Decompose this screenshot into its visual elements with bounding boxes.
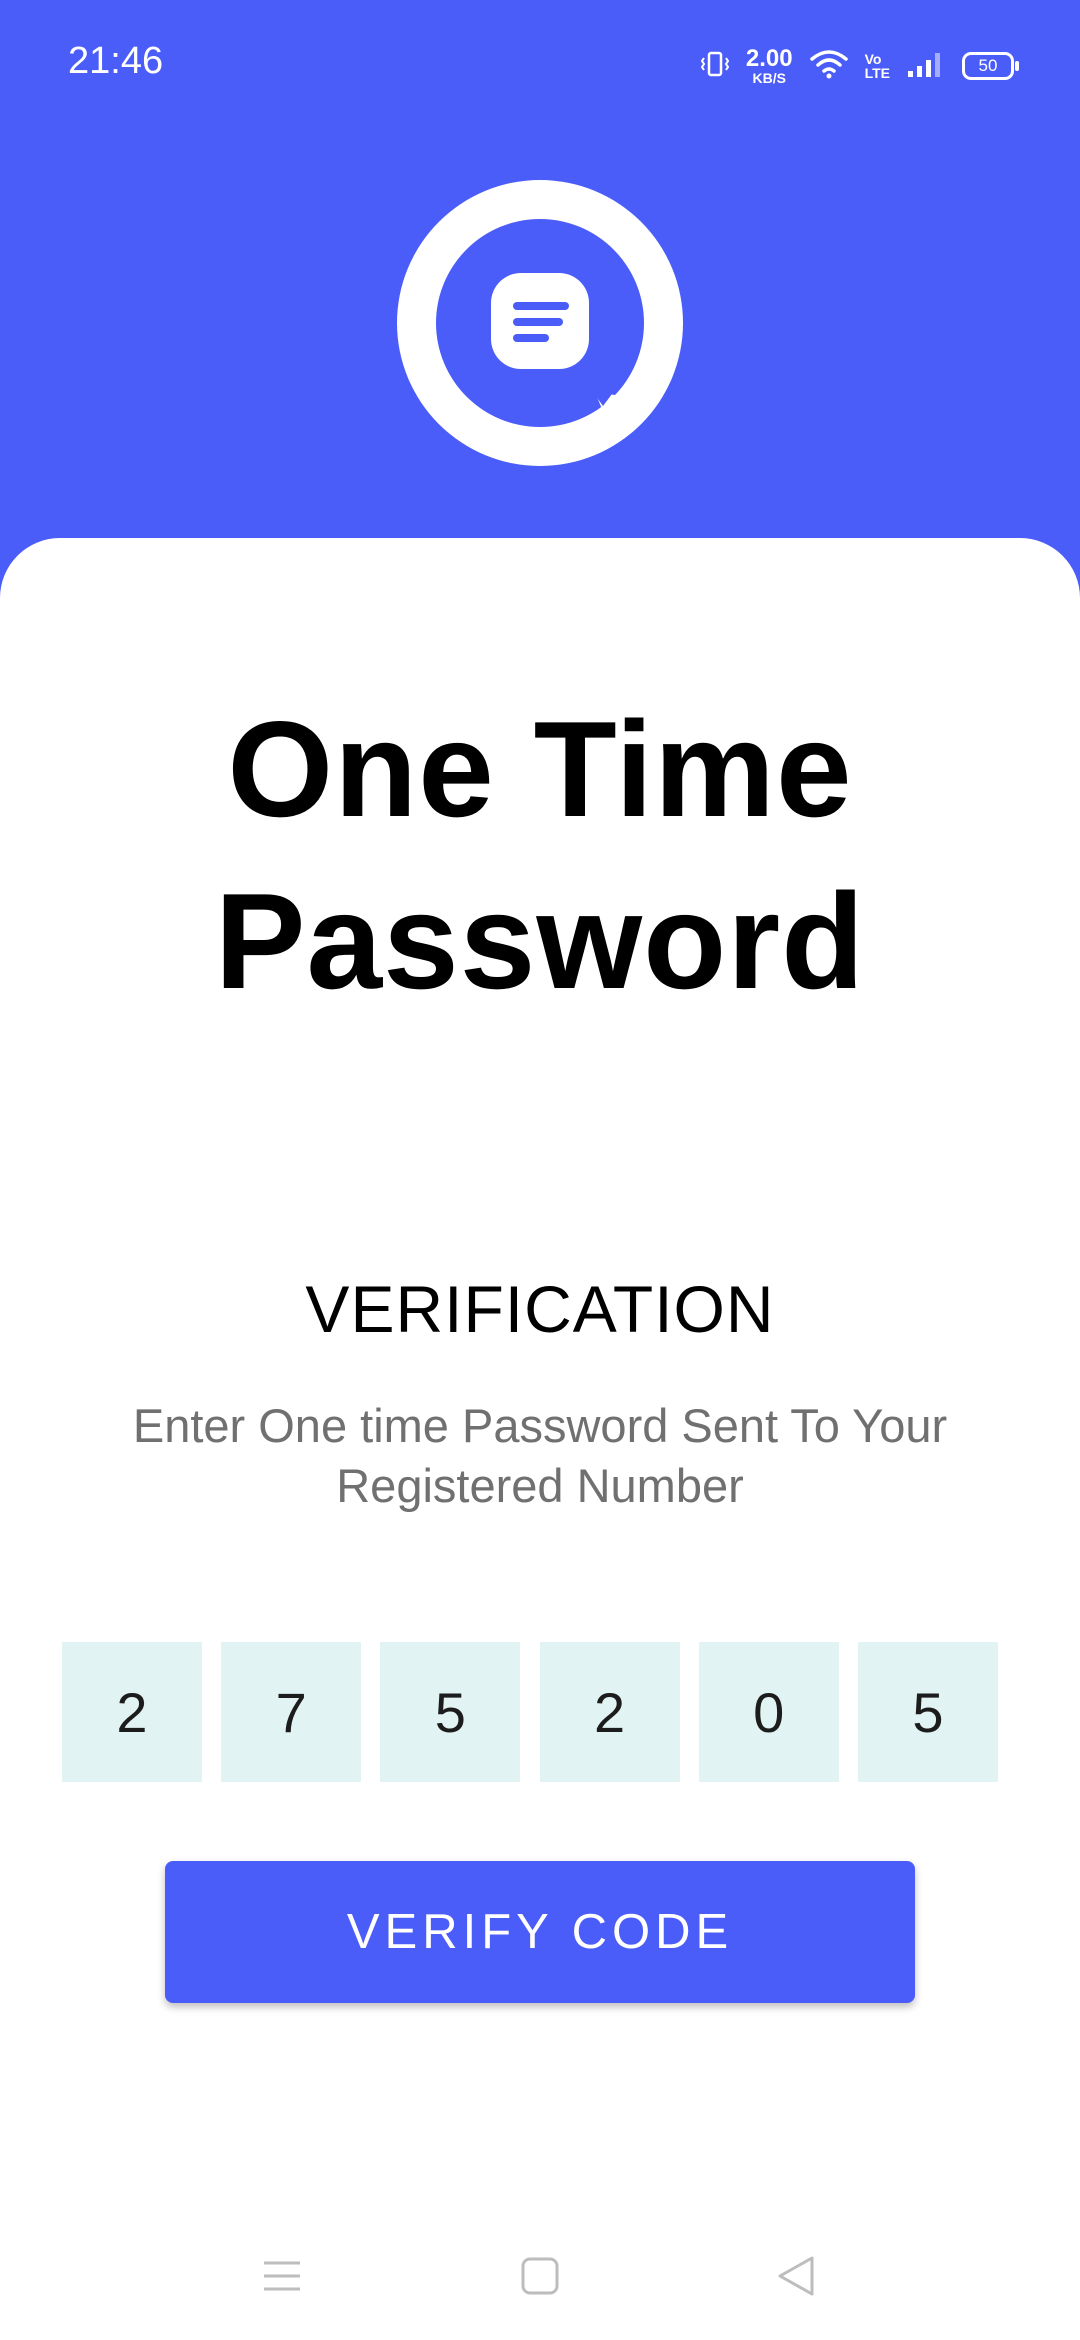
volte-indicator: Vo LTE — [865, 52, 890, 80]
app-logo — [395, 178, 685, 468]
home-icon[interactable] — [518, 2254, 562, 2298]
otp-input-group: 2 7 5 2 0 5 — [62, 1642, 998, 1782]
instructions-text: Enter One time Password Sent To Your Reg… — [132, 1399, 948, 1512]
status-bar: 21:46 2.00 KB/S Vo LTE 50 — [0, 0, 1080, 130]
chat-bubble-message-icon — [397, 180, 683, 466]
back-icon[interactable] — [774, 2254, 818, 2298]
status-icons: 2.00 KB/S Vo LTE 50 — [700, 44, 1019, 88]
menu-icon[interactable] — [260, 2254, 304, 2298]
otp-digit-3[interactable]: 5 — [380, 1642, 521, 1782]
status-time: 21:46 — [68, 40, 164, 82]
net-speed-value: 2.00 — [745, 45, 793, 72]
signal-icon — [906, 49, 946, 84]
volte-top: Vo — [864, 51, 882, 67]
verify-code-button[interactable]: VERIFY CODE — [165, 1861, 915, 2003]
volte-bottom: LTE — [864, 65, 890, 81]
vibrate-icon — [700, 49, 730, 84]
network-speed: 2.00 KB/S — [745, 45, 793, 86]
otp-digit-4[interactable]: 2 — [539, 1642, 680, 1782]
system-nav-bar — [0, 2220, 1080, 2340]
wifi-icon — [809, 49, 849, 84]
otp-digit-5[interactable]: 0 — [698, 1642, 839, 1782]
content-card: One Time Password VERIFICATION Enter One… — [0, 538, 1080, 2340]
net-speed-unit: KB/S — [752, 70, 786, 86]
otp-digit-1[interactable]: 2 — [62, 1642, 202, 1782]
otp-digit-6[interactable]: 5 — [857, 1642, 998, 1782]
otp-digit-2[interactable]: 7 — [221, 1642, 362, 1782]
battery-icon: 50 — [962, 52, 1019, 80]
page-title: One Time Password — [214, 693, 866, 1017]
section-heading: VERIFICATION — [305, 1272, 775, 1346]
battery-level: 50 — [978, 56, 998, 75]
